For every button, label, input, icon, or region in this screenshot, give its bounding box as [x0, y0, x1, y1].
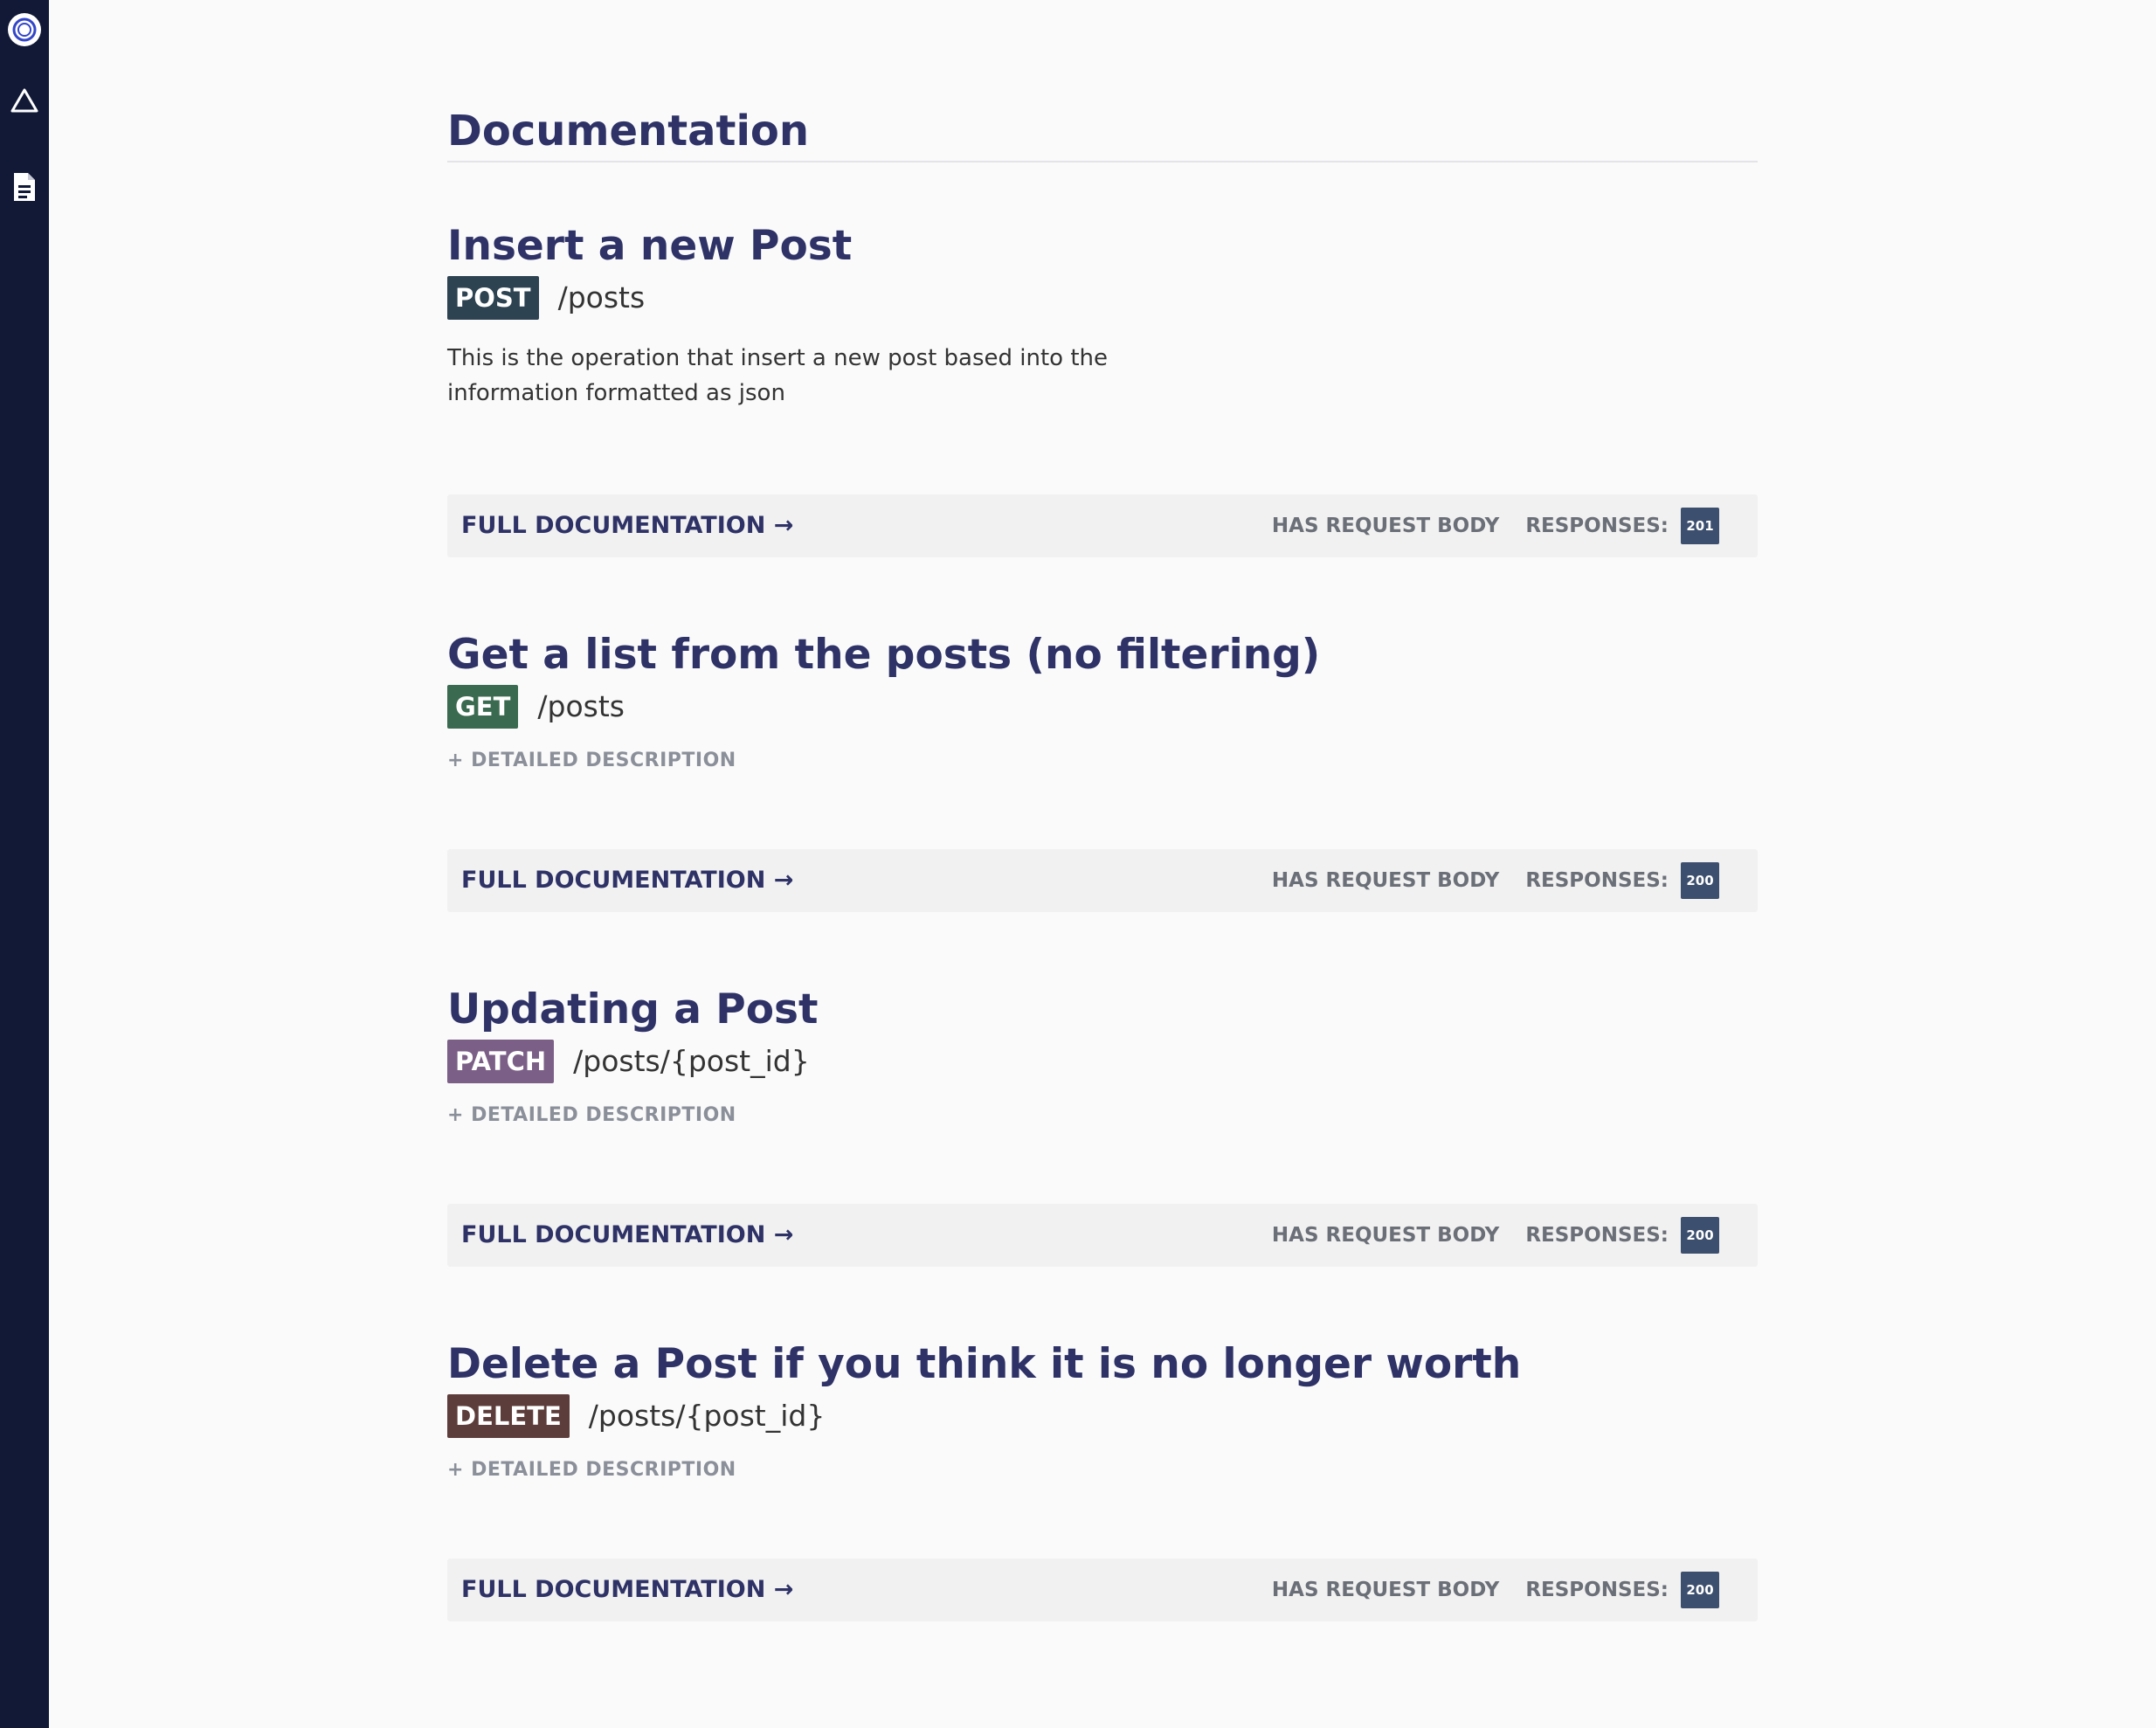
operation-footer-bar: FULL DOCUMENTATION → HAS REQUEST BODY RE…	[447, 494, 1758, 557]
detailed-description-toggle[interactable]: + DETAILED DESCRIPTION	[447, 1104, 736, 1126]
has-request-body-label: HAS REQUEST BODY	[1271, 869, 1500, 892]
has-request-body-label: HAS REQUEST BODY	[1271, 515, 1500, 537]
logo-icon[interactable]	[0, 12, 49, 47]
response-code-badge[interactable]: 200	[1681, 1217, 1719, 1254]
full-documentation-link[interactable]: FULL DOCUMENTATION →	[461, 494, 793, 557]
operation-footer-bar: FULL DOCUMENTATION → HAS REQUEST BODY RE…	[447, 1204, 1758, 1267]
title-divider	[447, 161, 1758, 162]
detailed-description-toggle[interactable]: + DETAILED DESCRIPTION	[447, 1459, 736, 1481]
operation-description: This is the operation that insert a new …	[447, 345, 1109, 406]
detailed-description-toggle[interactable]: + DETAILED DESCRIPTION	[447, 750, 736, 771]
response-code-badge[interactable]: 200	[1681, 862, 1719, 899]
response-code-badge[interactable]: 201	[1681, 508, 1719, 544]
full-documentation-link[interactable]: FULL DOCUMENTATION →	[461, 849, 793, 912]
full-documentation-link[interactable]: FULL DOCUMENTATION →	[461, 1204, 793, 1267]
operation-title: Get a list from the posts (no filtering)	[447, 631, 1321, 679]
operation-title: Delete a Post if you think it is no long…	[447, 1340, 1522, 1388]
document-icon[interactable]	[0, 171, 49, 203]
page-title: Documentation	[447, 107, 810, 156]
operation-footer-bar: FULL DOCUMENTATION → HAS REQUEST BODY RE…	[447, 1559, 1758, 1621]
responses-label: RESPONSES:	[1525, 1224, 1669, 1247]
method-badge-post: POST	[447, 276, 539, 320]
triangle-icon[interactable]	[0, 87, 49, 114]
endpoint-path: /posts/{post_id}	[573, 1044, 810, 1078]
method-badge-patch: PATCH	[447, 1040, 555, 1083]
full-documentation-link[interactable]: FULL DOCUMENTATION →	[461, 1559, 793, 1621]
method-row: GET /posts	[447, 685, 625, 729]
endpoint-path: /posts	[537, 689, 625, 723]
method-row: PATCH /posts/{post_id}	[447, 1040, 810, 1083]
responses-label: RESPONSES:	[1525, 869, 1669, 892]
has-request-body-label: HAS REQUEST BODY	[1271, 1579, 1500, 1601]
endpoint-path: /posts	[557, 280, 646, 314]
method-row: POST /posts	[447, 276, 645, 320]
operation-title: Insert a new Post	[447, 222, 853, 270]
has-request-body-label: HAS REQUEST BODY	[1271, 1224, 1500, 1247]
method-badge-get: GET	[447, 685, 519, 729]
method-row: DELETE /posts/{post_id}	[447, 1394, 825, 1438]
endpoint-path: /posts/{post_id}	[588, 1399, 826, 1433]
sidebar	[0, 0, 49, 1728]
operation-footer-bar: FULL DOCUMENTATION → HAS REQUEST BODY RE…	[447, 849, 1758, 912]
response-code-badge[interactable]: 200	[1681, 1572, 1719, 1608]
method-badge-delete: DELETE	[447, 1394, 570, 1438]
responses-label: RESPONSES:	[1525, 1579, 1669, 1601]
responses-label: RESPONSES:	[1525, 515, 1669, 537]
operation-title: Updating a Post	[447, 985, 819, 1033]
